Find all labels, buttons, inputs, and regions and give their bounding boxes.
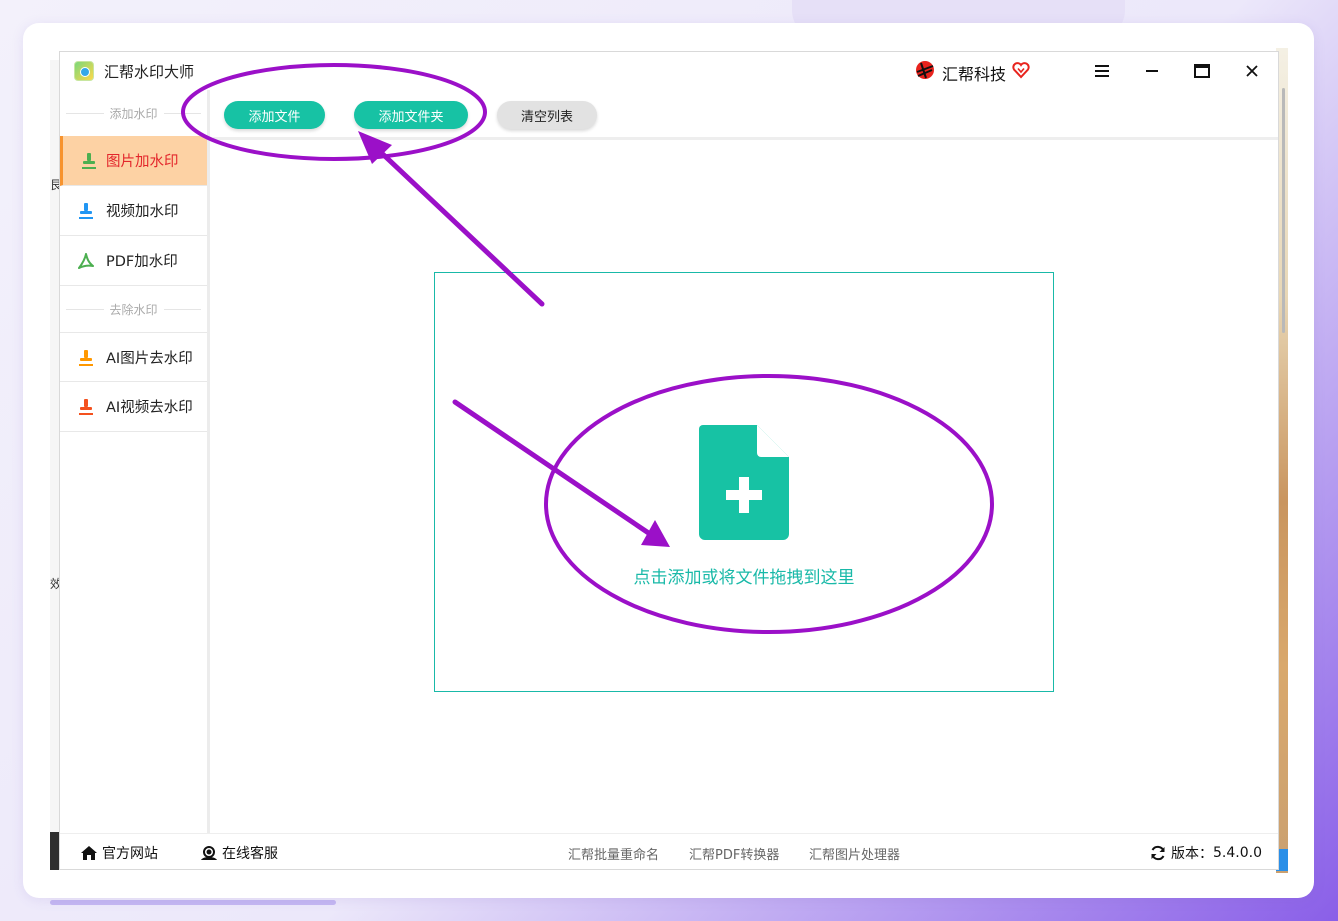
sidebar-item-label: AI视频去水印 xyxy=(106,400,193,416)
add-file-button[interactable]: 添加文件 xyxy=(224,101,325,129)
sidebar-item-video-watermark[interactable]: 视频加水印 xyxy=(60,186,207,236)
background-bar xyxy=(50,900,336,905)
minimize-button[interactable] xyxy=(1137,56,1167,86)
file-drop-zone[interactable]: 点击添加或将文件拖拽到这里 xyxy=(434,272,1054,692)
refresh-icon xyxy=(1151,845,1165,861)
maximize-button[interactable] xyxy=(1187,56,1217,86)
app-window: 汇帮水印大师 汇帮科技 添加水印 图片加水印 视频加水印 PDF加水印 去除水印… xyxy=(59,51,1279,870)
stamp-icon xyxy=(82,153,96,169)
file-list-area: 点击添加或将文件拖拽到这里 xyxy=(213,140,1278,833)
stamp-icon xyxy=(79,203,93,219)
title-bar: 汇帮水印大师 汇帮科技 xyxy=(60,52,1278,90)
section-label-remove-watermark: 去除水印 xyxy=(60,286,207,332)
clear-list-button[interactable]: 清空列表 xyxy=(497,101,597,129)
sidebar-item-pdf-watermark[interactable]: PDF加水印 xyxy=(60,236,207,286)
official-site-label: 官方网站 xyxy=(102,846,158,862)
batch-rename-link[interactable]: 汇帮批量重命名 xyxy=(568,844,659,863)
official-site-link[interactable]: 官方网站 xyxy=(80,843,158,863)
version-info[interactable]: 版本： 5.4.0.0 xyxy=(1150,843,1262,863)
close-icon xyxy=(1246,65,1258,77)
hamburger-icon xyxy=(1095,65,1109,77)
stamp-icon xyxy=(79,350,93,366)
online-service-link[interactable]: 在线客服 xyxy=(200,843,278,863)
close-button[interactable] xyxy=(1237,56,1267,86)
app-logo-icon xyxy=(74,61,94,81)
customer-service-icon xyxy=(201,846,217,860)
pdf-icon xyxy=(78,253,94,269)
sidebar-item-label: 图片加水印 xyxy=(106,154,179,170)
toolbar: 添加文件 添加文件夹 清空列表 xyxy=(213,90,1278,140)
sidebar-item-ai-video-remove[interactable]: AI视频去水印 xyxy=(60,382,207,432)
sidebar: 添加水印 图片加水印 视频加水印 PDF加水印 去除水印 AI图片去水印 AI视… xyxy=(60,90,210,833)
drop-zone-text: 点击添加或将文件拖拽到这里 xyxy=(633,568,855,588)
sidebar-item-ai-image-remove[interactable]: AI图片去水印 xyxy=(60,332,207,382)
minimize-icon xyxy=(1146,70,1158,72)
brand-logo-icon xyxy=(916,61,934,79)
version-label: 版本： xyxy=(1171,846,1213,862)
status-footer: 官方网站 在线客服 汇帮批量重命名 汇帮PDF转换器 汇帮图片处理器 版本： 5… xyxy=(60,833,1278,869)
section-label-add-watermark: 添加水印 xyxy=(60,90,207,136)
vip-heart-icon[interactable] xyxy=(1012,61,1030,79)
maximize-icon xyxy=(1194,64,1210,78)
pdf-converter-link[interactable]: 汇帮PDF转换器 xyxy=(689,844,779,863)
sidebar-item-label: PDF加水印 xyxy=(106,254,178,270)
app-title: 汇帮水印大师 xyxy=(104,63,195,81)
online-service-label: 在线客服 xyxy=(222,846,278,862)
menu-button[interactable] xyxy=(1087,56,1117,86)
sidebar-item-label: AI图片去水印 xyxy=(106,350,193,367)
sidebar-item-label: 视频加水印 xyxy=(106,204,179,220)
home-icon xyxy=(81,846,97,860)
stamp-icon xyxy=(79,399,93,415)
version-value: 5.4.0.0 xyxy=(1213,845,1262,861)
image-processor-link[interactable]: 汇帮图片处理器 xyxy=(809,844,900,863)
sidebar-item-image-watermark[interactable]: 图片加水印 xyxy=(60,136,207,186)
add-folder-button[interactable]: 添加文件夹 xyxy=(354,101,468,129)
file-add-icon xyxy=(699,425,789,540)
brand-name: 汇帮科技 xyxy=(942,65,1007,84)
